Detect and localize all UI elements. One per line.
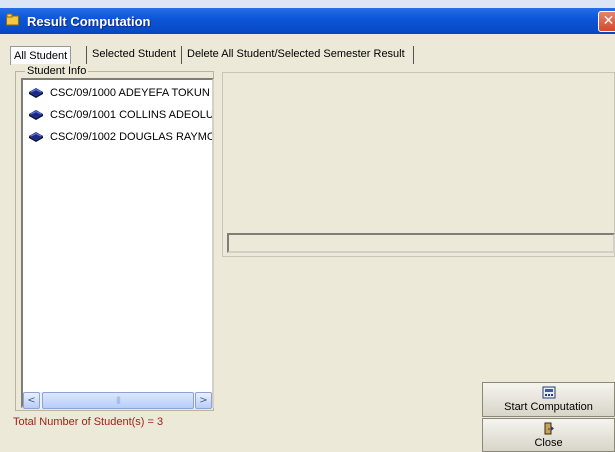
tab-all-student[interactable]: All Student — [10, 46, 72, 65]
start-computation-button[interactable]: Start Computation — [482, 382, 615, 417]
scroll-left-button[interactable]: < — [23, 392, 40, 409]
folder-icon — [6, 13, 19, 26]
window-title: Result Computation — [27, 14, 151, 29]
close-icon: ✕ — [602, 13, 615, 29]
student-label: CSC/09/1000 ADEYEFA TOKUN — [50, 87, 210, 99]
horizontal-scrollbar[interactable]: < ||| > — [23, 392, 212, 409]
scroll-right-button[interactable]: > — [195, 392, 212, 409]
chevron-right-icon: > — [199, 395, 208, 406]
book-icon — [29, 110, 43, 120]
grip-icon: ||| — [115, 396, 121, 404]
tab-label: Delete All Student/Selected Semester Res… — [187, 48, 405, 60]
close-button[interactable]: Close — [482, 418, 615, 452]
computation-icon — [542, 386, 555, 399]
door-exit-icon — [544, 422, 554, 435]
title-bar: Result Computation ✕ — [0, 0, 615, 34]
tab-divider — [86, 46, 87, 64]
tab-label: All Student — [14, 50, 68, 62]
chevron-left-icon: < — [27, 395, 36, 406]
start-computation-label: Start Computation — [504, 401, 593, 413]
close-window-button[interactable]: ✕ — [598, 11, 615, 32]
book-icon — [29, 88, 43, 98]
progress-bar — [227, 233, 615, 253]
student-count-status: Total Number of Student(s) = 3 — [13, 416, 164, 428]
tab-selected-student[interactable]: Selected Student — [92, 45, 176, 63]
tab-divider — [181, 46, 182, 64]
student-label: CSC/09/1001 COLLINS ADEOLU — [50, 109, 214, 121]
tab-divider — [413, 46, 414, 64]
scrollbar-thumb[interactable]: ||| — [42, 392, 194, 409]
student-label: CSC/09/1002 DOUGLAS RAYMC — [50, 131, 214, 143]
title-bar-top-strip — [0, 0, 615, 8]
close-label: Close — [534, 437, 563, 449]
tab-label: Selected Student — [92, 48, 176, 60]
book-icon — [29, 132, 43, 142]
details-pane — [222, 72, 615, 257]
student-list[interactable]: CSC/09/1000 ADEYEFA TOKUN CSC/09/1001 CO… — [21, 78, 214, 408]
tab-delete-results[interactable]: Delete All Student/Selected Semester Res… — [187, 45, 405, 63]
student-info-legend: Student Info — [25, 65, 89, 77]
